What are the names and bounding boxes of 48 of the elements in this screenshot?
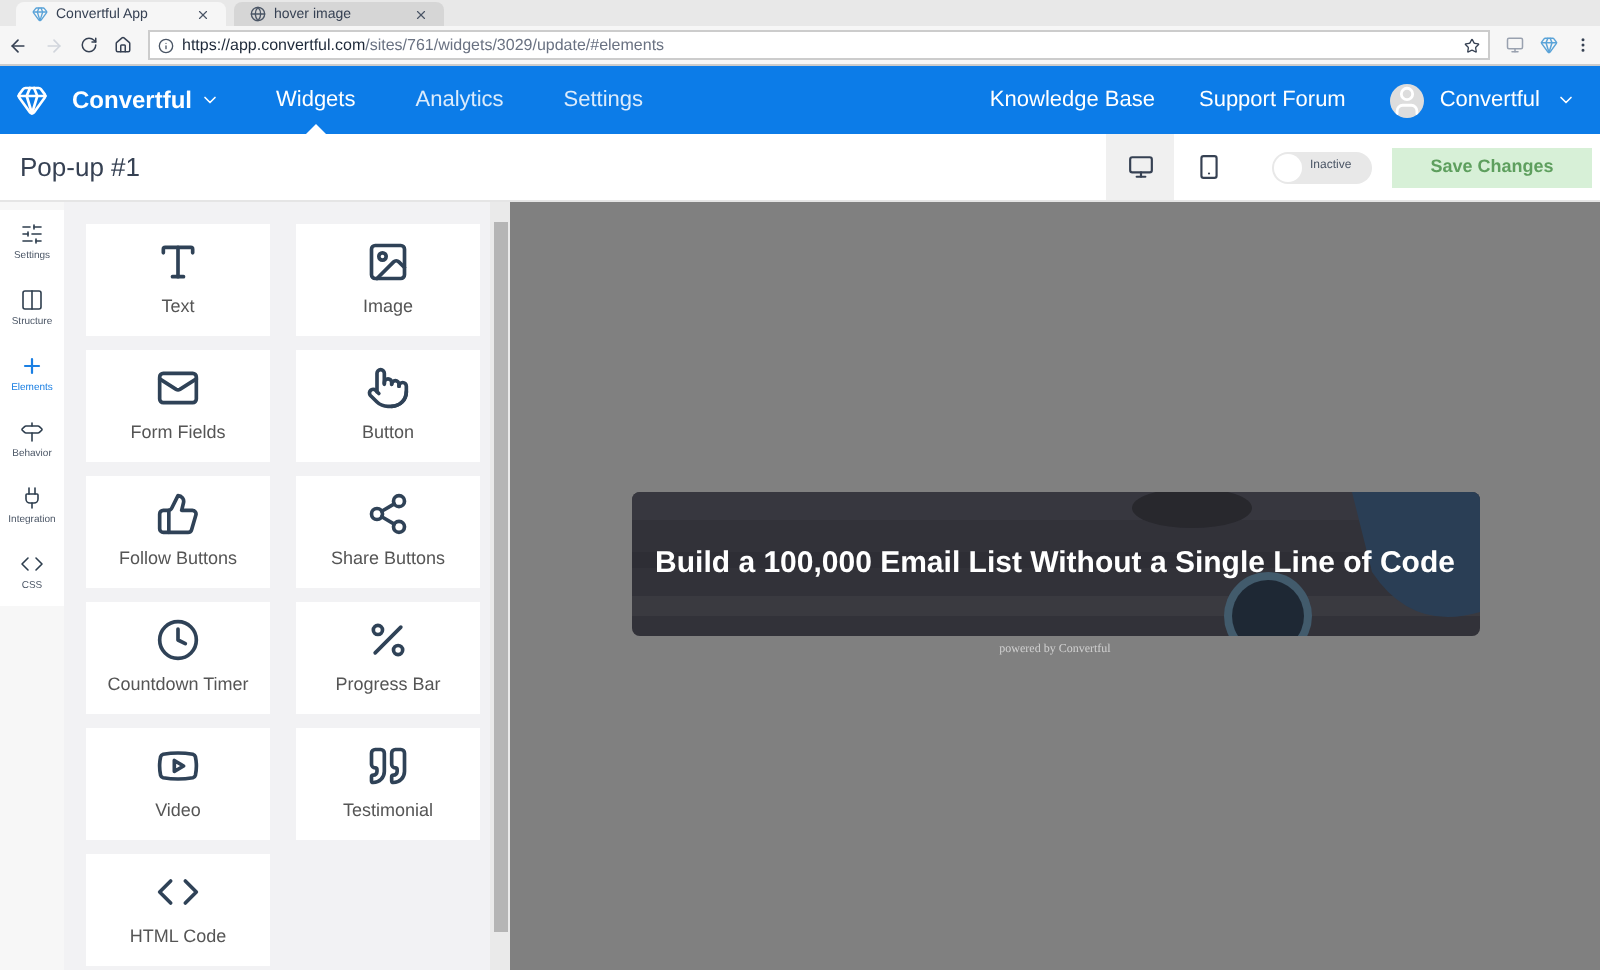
close-icon[interactable] [196,7,210,21]
diamond-logo-icon [16,84,48,116]
back-icon[interactable] [8,35,28,55]
element-tile[interactable]: HTML Code [86,854,270,966]
diamond-icon [32,6,48,22]
signpost-icon [20,419,44,444]
quote-icon [366,743,410,788]
desktop-view-button[interactable] [1106,134,1174,200]
url-text: https://app.convertful.com/sites/761/widgets/3029/update/#elements [182,37,667,53]
plus-icon [20,353,44,378]
smartphone-icon [1195,154,1221,180]
settings-icon [20,221,44,246]
globe-icon [250,6,266,22]
account-menu[interactable]: Convertful [1439,83,1576,117]
element-tile[interactable]: Image [296,224,480,336]
element-tile[interactable]: Follow Buttons [86,476,270,588]
close-icon[interactable] [414,7,428,21]
element-tile[interactable]: Text [86,224,270,336]
avatar-icon [1389,83,1424,117]
home-icon[interactable] [114,36,132,54]
reload-icon[interactable] [80,36,98,54]
element-tile[interactable]: Form Fields [86,350,270,462]
bookmark-star-icon[interactable] [1464,37,1480,53]
scrollbar[interactable] [490,202,510,970]
thumbs-up-icon [156,491,200,536]
info-icon [158,37,174,53]
widget-title: Pop-up #1 [20,149,142,186]
image-icon [366,239,410,284]
share-icon [366,491,410,536]
plug-icon [20,485,44,510]
extension-icon[interactable] [1540,36,1558,54]
banner-headline: Build a 100,000 Email List Without a Single Line of Code [655,543,1455,584]
desktop-icon [1127,154,1153,180]
element-tile[interactable]: Button [296,350,480,462]
hand-icon [366,365,410,410]
nav-link[interactable]: Support Forum [1198,83,1346,117]
address-bar[interactable]: https://app.convertful.com/sites/761/widgets/3029/update/#elements [148,30,1490,60]
nav-item[interactable]: Widgets [276,66,356,134]
code-icon [20,551,44,576]
columns-icon [20,287,44,312]
element-tile[interactable]: Countdown Timer [86,602,270,714]
nav-link[interactable]: Knowledge Base [989,83,1155,117]
element-tile[interactable]: Testimonial [296,728,480,840]
element-tile[interactable]: Video [86,728,270,840]
brand-menu[interactable]: Convertful [72,82,220,118]
element-tile[interactable]: Share Buttons [296,476,480,588]
element-tile[interactable]: Progress Bar [296,602,480,714]
clock-icon [156,617,200,662]
